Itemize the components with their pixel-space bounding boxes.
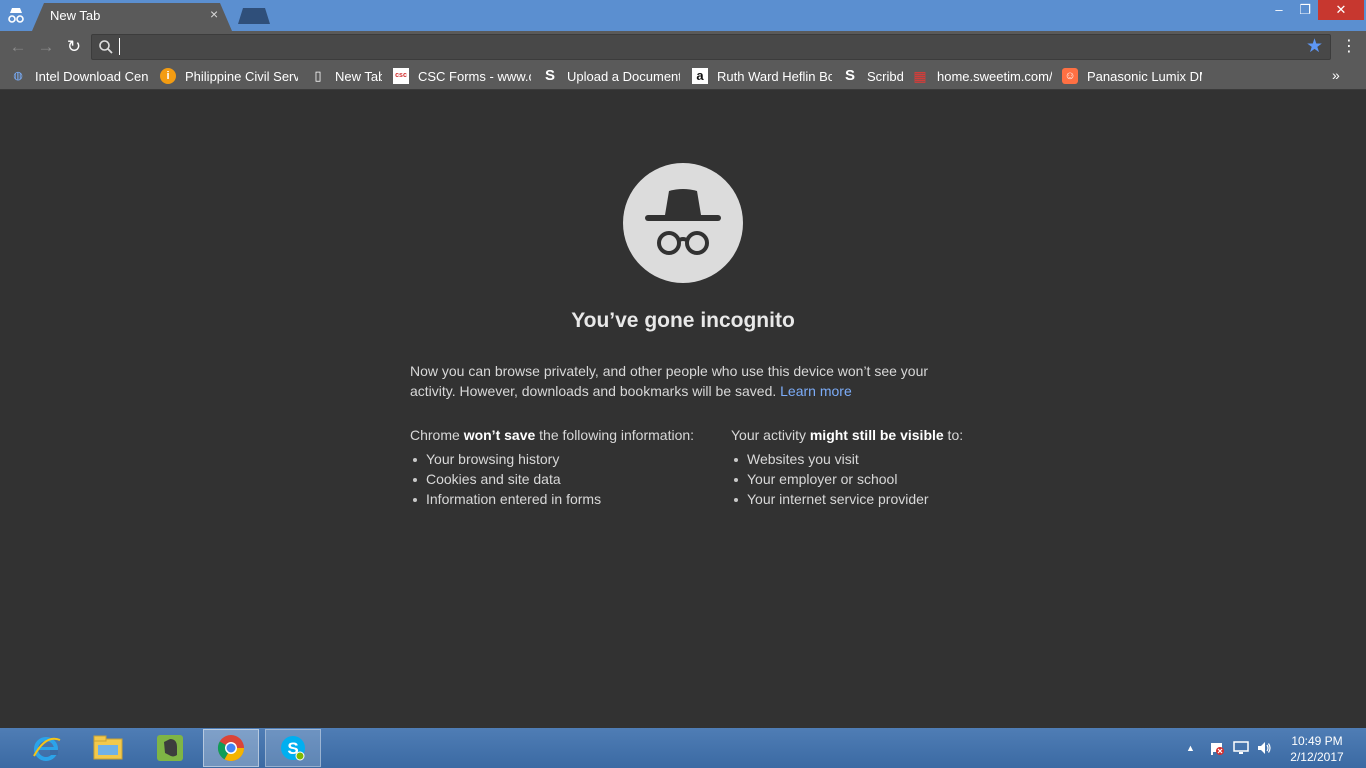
bookmark-label: home.sweetim.com/? xyxy=(937,68,1052,84)
still-visible-list: Websites you visit Your employer or scho… xyxy=(731,449,1051,509)
incognito-icon xyxy=(8,8,24,23)
bookmark-label: Panasonic Lumix DM xyxy=(1087,68,1202,84)
taskbar-chrome[interactable] xyxy=(203,729,259,767)
restore-button[interactable]: ❐ xyxy=(1292,0,1318,20)
wont-save-list: Your browsing history Cookies and site d… xyxy=(410,449,730,509)
csc-forms-icon: csc xyxy=(393,68,409,84)
bookmark-label: Philippine Civil Servic xyxy=(185,68,298,84)
page-icon: ▯ xyxy=(314,68,322,83)
list-item: Websites you visit xyxy=(731,449,1051,469)
chrome-icon xyxy=(217,735,245,762)
list-item: Your internet service provider xyxy=(731,489,1051,509)
clock-time[interactable]: 10:49 PM xyxy=(1284,734,1350,748)
learn-more-link[interactable]: Learn more xyxy=(780,383,852,399)
skype-icon: S xyxy=(281,736,305,761)
bookmark-label: Intel Download Cente xyxy=(35,68,148,84)
tab-close-icon[interactable]: × xyxy=(210,7,218,21)
bookmark-label: Scribd xyxy=(867,68,904,84)
address-input[interactable] xyxy=(118,36,1298,58)
close-window-button[interactable]: ✕ xyxy=(1318,0,1364,20)
panasonic-icon: ☺ xyxy=(1062,68,1078,84)
list-item: Information entered in forms xyxy=(410,489,730,509)
taskbar-skype[interactable]: S xyxy=(265,729,321,767)
forward-button[interactable]: → xyxy=(35,36,57,58)
back-button[interactable]: ← xyxy=(7,36,29,58)
bookmark-label: Upload a Document | xyxy=(567,68,680,84)
clock-date[interactable]: 2/12/2017 xyxy=(1284,750,1350,764)
evernote-icon xyxy=(157,735,183,761)
reload-button[interactable]: ↻ xyxy=(63,36,85,58)
intro-paragraph: Now you can browse privately, and other … xyxy=(410,361,970,401)
still-visible-heading: Your activity might still be visible to: xyxy=(731,425,1051,445)
wont-save-section: Chrome won’t save the following informat… xyxy=(410,425,730,509)
bookmark-panasonic-lumix[interactable]: ☺ Panasonic Lumix DM xyxy=(1062,66,1202,86)
bookmark-label: Ruth Ward Heflin Boo xyxy=(717,68,832,84)
intel-icon: ◍ xyxy=(13,70,23,82)
action-center-icon[interactable] xyxy=(1209,740,1225,756)
heading-emphasis: might still be visible xyxy=(809,427,944,443)
bookmark-new-tab[interactable]: ▯ New Tab xyxy=(310,66,382,86)
list-item: Your browsing history xyxy=(410,449,730,469)
bookmark-csc-forms[interactable]: csc CSC Forms - www.csc xyxy=(393,66,531,86)
bookmark-home-sweetim[interactable]: ▦ home.sweetim.com/? xyxy=(912,66,1052,86)
heading-text: to: xyxy=(943,427,964,443)
search-icon xyxy=(99,40,113,54)
taskbar-file-explorer[interactable] xyxy=(80,729,136,767)
internet-explorer-icon xyxy=(33,737,61,761)
volume-icon[interactable] xyxy=(1256,740,1272,756)
bookmark-ruth-ward-heflin[interactable]: a Ruth Ward Heflin Boo xyxy=(692,66,832,86)
tray-overflow-icon[interactable]: ▲ xyxy=(1186,743,1195,753)
still-visible-section: Your activity might still be visible to:… xyxy=(731,425,1051,509)
wont-save-heading: Chrome won’t save the following informat… xyxy=(410,425,730,445)
minimize-button[interactable]: – xyxy=(1266,0,1292,20)
incognito-hero-icon xyxy=(623,163,743,283)
heading-emphasis: won’t save xyxy=(463,427,536,443)
new-tab-button[interactable] xyxy=(238,8,270,24)
bookmark-intel-download-center[interactable]: ◍ Intel Download Cente xyxy=(10,66,148,86)
bookmark-scribd[interactable]: S Scribd xyxy=(842,66,904,86)
taskbar-internet-explorer[interactable] xyxy=(18,729,74,767)
bookmark-label: CSC Forms - www.csc xyxy=(418,68,531,84)
menu-icon[interactable]: ⋮ xyxy=(1341,36,1357,58)
heading-text: the following information: xyxy=(535,427,695,443)
list-item: Cookies and site data xyxy=(410,469,730,489)
bookmarks-overflow-icon[interactable]: » xyxy=(1332,67,1340,83)
text-caret xyxy=(119,38,120,55)
tab-title: New Tab xyxy=(50,8,101,23)
folder-icon xyxy=(93,735,123,760)
bookmark-philippine-civil-service[interactable]: i Philippine Civil Servic xyxy=(160,66,298,86)
amazon-icon: a xyxy=(692,68,708,84)
heading-text: Chrome xyxy=(410,427,464,443)
list-item: Your employer or school xyxy=(731,469,1051,489)
heading-text: Your activity xyxy=(731,427,810,443)
page-title: You’ve gone incognito xyxy=(571,309,795,332)
bookmark-upload-a-document[interactable]: S Upload a Document | xyxy=(542,66,680,86)
bookmark-star-icon[interactable]: ★ xyxy=(1306,36,1323,58)
bookmark-label: New Tab xyxy=(335,68,382,84)
taskbar-evernote[interactable] xyxy=(142,729,198,767)
sweetim-icon: ▦ xyxy=(913,68,927,84)
scribd-icon: S xyxy=(544,67,555,84)
scribd-icon: S xyxy=(844,67,855,84)
csc-orange-icon: i xyxy=(160,68,176,84)
network-icon[interactable] xyxy=(1233,740,1249,756)
